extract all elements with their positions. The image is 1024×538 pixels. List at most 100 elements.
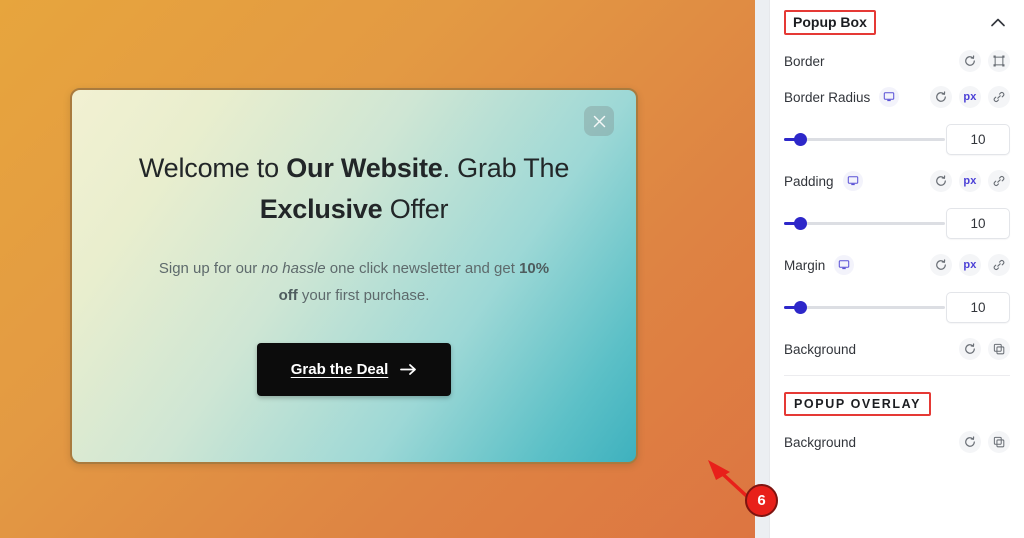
copy-icon [993, 343, 1005, 355]
popup-subtitle: Sign up for our no hassle one click news… [124, 255, 584, 309]
settings-sidebar: Popup Box Border Border Radius px 10 Pad… [769, 0, 1024, 538]
margin-slider-row [770, 283, 1024, 331]
border-radius-reset-button[interactable] [930, 86, 952, 108]
row-border-label: Border [784, 53, 825, 69]
row-border-radius-actions: px [930, 86, 1010, 108]
row-padding-label: Padding [784, 173, 834, 189]
border-radius-device-toggle[interactable] [879, 87, 900, 107]
popup-sub-text-2: one click newsletter and get [325, 260, 520, 277]
reset-icon [936, 91, 946, 102]
row-margin-left: Margin [784, 255, 855, 275]
chevron-up-icon [991, 18, 1005, 27]
padding-slider-thumb[interactable] [794, 216, 808, 230]
popup-close-button[interactable] [584, 106, 614, 136]
margin-device-toggle[interactable] [834, 255, 855, 275]
annotation-step-badge: 6 [745, 484, 778, 517]
padding-slider-row [770, 199, 1024, 247]
padding-slider-track [784, 221, 945, 225]
popup-cta-wrapper: Grab the Deal [124, 343, 584, 396]
margin-value-input[interactable] [946, 291, 1010, 323]
popup-content: Welcome to Our Website. Grab The Exclusi… [72, 148, 636, 396]
border-radius-link-button[interactable] [988, 86, 1010, 108]
popup-title: Welcome to Our Website. Grab The Exclusi… [124, 148, 584, 230]
row-overlay-background-label: Background [784, 434, 857, 450]
row-background[interactable]: Background [770, 331, 1024, 367]
grab-the-deal-button[interactable]: Grab the Deal [256, 343, 452, 396]
cta-label: Grab the Deal [290, 361, 389, 378]
link-icon [993, 175, 1005, 187]
app-root: Welcome to Our Website. Grab The Exclusi… [0, 0, 1024, 538]
popup-box-panel-header[interactable]: Popup Box [770, 0, 1024, 43]
border-radius-slider-thumb[interactable] [794, 132, 808, 146]
overlay-background-copy-button[interactable] [988, 431, 1010, 453]
popup-title-bold-1: Our Website [286, 153, 443, 183]
desktop-icon [847, 176, 858, 186]
popup-sub-italic: no hassle [261, 260, 326, 277]
reset-icon [965, 343, 975, 354]
border-reset-button[interactable] [959, 50, 981, 72]
row-padding[interactable]: Padding px [770, 163, 1024, 199]
padding-slider[interactable] [784, 214, 945, 232]
background-copy-button[interactable] [988, 338, 1010, 360]
margin-slider[interactable] [784, 298, 945, 316]
reset-icon [965, 436, 975, 447]
reset-icon [965, 55, 975, 66]
canvas-sidebar-gap [755, 0, 769, 538]
close-icon [593, 115, 605, 127]
popup-box: Welcome to Our Website. Grab The Exclusi… [70, 88, 638, 464]
row-overlay-background-left: Background [784, 435, 856, 450]
border-radius-slider[interactable] [784, 130, 945, 148]
link-icon [993, 259, 1005, 271]
row-border-radius[interactable]: Border Radius px [770, 79, 1024, 115]
margin-reset-button[interactable] [930, 254, 952, 276]
row-overlay-background[interactable]: Background [770, 424, 1024, 460]
row-overlay-background-actions [959, 431, 1010, 453]
row-padding-actions: px [930, 170, 1010, 192]
arrow-right-icon [400, 364, 417, 375]
overlay-background-reset-button[interactable] [959, 431, 981, 453]
margin-slider-track [784, 305, 945, 309]
row-border[interactable]: Border [770, 43, 1024, 79]
row-margin-actions: px [930, 254, 1010, 276]
row-border-radius-left: Border Radius [784, 87, 900, 107]
popup-overlay-title: POPUP OVERLAY [784, 392, 932, 416]
panel-collapse-toggle[interactable] [988, 13, 1008, 33]
reset-icon [936, 259, 946, 270]
annotation-step-number: 6 [757, 492, 766, 509]
border-radius-value-input[interactable] [946, 123, 1010, 155]
border-frame-button[interactable] [988, 50, 1010, 72]
row-border-radius-label: Border Radius [784, 89, 871, 105]
popup-title-text-3: Offer [382, 194, 449, 224]
desktop-icon [884, 92, 895, 102]
row-border-left: Border [784, 54, 825, 69]
link-icon [993, 91, 1005, 103]
row-padding-left: Padding [784, 171, 863, 191]
padding-link-button[interactable] [988, 170, 1010, 192]
border-radius-slider-row [770, 115, 1024, 163]
preview-canvas: Welcome to Our Website. Grab The Exclusi… [0, 0, 755, 538]
row-background-actions [959, 338, 1010, 360]
reset-icon [936, 175, 946, 186]
margin-slider-thumb[interactable] [794, 300, 808, 314]
row-margin[interactable]: Margin px [770, 247, 1024, 283]
popup-title-text-1: Welcome to [138, 153, 287, 183]
panel-title: Popup Box [784, 10, 876, 35]
popup-sub-text-1: Sign up for our [158, 260, 262, 277]
padding-unit-button[interactable]: px [959, 170, 981, 192]
row-margin-label: Margin [784, 257, 826, 273]
border-radius-slider-track [784, 137, 945, 141]
popup-title-text-2: . Grab The [442, 153, 570, 183]
copy-icon [993, 436, 1005, 448]
margin-unit-button[interactable]: px [959, 254, 981, 276]
border-frame-icon [993, 55, 1005, 67]
margin-link-button[interactable] [988, 254, 1010, 276]
popup-overlay-section-header: POPUP OVERLAY [770, 376, 1024, 424]
border-radius-unit-button[interactable]: px [959, 86, 981, 108]
background-reset-button[interactable] [959, 338, 981, 360]
padding-value-input[interactable] [946, 207, 1010, 239]
row-background-left: Background [784, 342, 856, 357]
padding-device-toggle[interactable] [842, 171, 863, 191]
row-border-actions [959, 50, 1010, 72]
desktop-icon [839, 260, 850, 270]
padding-reset-button[interactable] [930, 170, 952, 192]
